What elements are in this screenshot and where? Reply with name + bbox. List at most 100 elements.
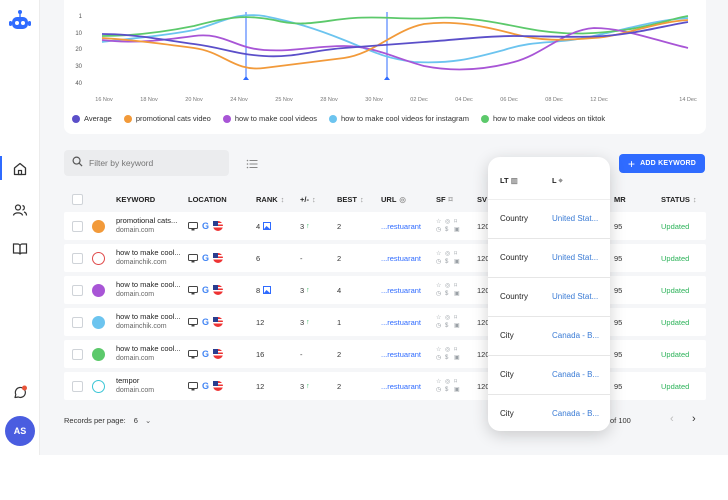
status-text: Updated [661,285,690,295]
col-url[interactable]: URL ◎ [381,195,406,204]
records-per-page-select[interactable]: 6 ⌄ [134,416,151,425]
url-link[interactable]: ...restuarant [381,308,421,336]
records-per-page-value: 6 [133,416,138,425]
url-link[interactable]: ...restuarant [381,212,421,240]
desktop-icon [188,285,198,294]
home-icon[interactable] [12,161,28,177]
image-icon [263,286,272,294]
x-tick-label: 06 Dec [500,97,518,103]
col-change-label: +/- [300,195,309,204]
popup-location-row[interactable]: City Canada - B... [488,356,610,395]
users-icon[interactable] [12,202,28,218]
arrow-up-icon: ↑ [306,382,310,390]
x-tick-label: 02 Dec [410,97,428,103]
next-page-icon[interactable]: › [692,413,696,425]
google-icon: G [202,221,210,231]
keyword-color-dot [92,340,105,368]
col-mr[interactable]: MR [614,195,626,204]
row-checkbox[interactable] [72,308,83,336]
url-link[interactable]: ...restuarant [381,372,421,400]
status-badge: Updated [661,276,689,304]
popup-col-l[interactable]: L ⌖ [552,176,563,186]
mr-cell: 95 [614,372,622,400]
popup-location-row[interactable]: Country United Stat... [488,200,610,239]
arrow-up-icon: ↑ [306,318,310,326]
chart-legend: Average promotional cats video how to make… [72,114,605,123]
change-cell: - [300,340,303,368]
col-change[interactable]: +/- ↕ [300,195,316,204]
location-value: Canada - B... [552,331,600,340]
keyword-cell[interactable]: how to make cool... domain.com [116,340,181,368]
col-keyword[interactable]: KEYWORD [116,195,155,204]
globe-icon: ◎ [399,195,406,204]
change-value: 3 [300,381,305,391]
add-keyword-button[interactable]: + ADD KEYWORD [619,154,705,173]
popup-col-lt[interactable]: LT ▥ [500,176,518,185]
legend-swatch [72,114,80,123]
sidebar-active-indicator [0,156,2,180]
location-cell: G [188,308,224,336]
keyword-cell[interactable]: tempor domain.com [116,372,154,400]
col-best[interactable]: BEST ↕ [337,195,364,204]
url-link[interactable]: ...restuarant [381,244,421,272]
search-input[interactable] [89,158,209,168]
status-badge: Updated [661,308,689,336]
keyword-text: how to make cool... [116,280,181,289]
row-checkbox[interactable] [72,276,83,304]
prev-page-icon[interactable]: ‹ [670,413,674,425]
row-checkbox[interactable] [72,340,83,368]
y-tick-label: 20 [75,47,82,53]
robot-logo-icon[interactable] [9,9,31,35]
select-all-checkbox[interactable] [72,194,83,205]
status-text: Updated [661,221,690,231]
avatar[interactable]: AS [5,416,35,446]
popup-location-row[interactable]: City Canada - B... [488,395,610,431]
keyword-cell[interactable]: how to make cool... domainchik.com [116,308,181,336]
filter-list-icon[interactable] [246,157,258,169]
us-flag-icon [213,381,224,391]
keyword-cell[interactable]: promotional cats... domain.com [116,212,177,240]
col-rank[interactable]: RANK ↕ [256,195,284,204]
legend-item[interactable]: how to make cool videos [222,114,317,123]
chat-notification-icon[interactable] [12,385,28,401]
records-per-page-label: Records per page: [64,416,126,425]
keyword-domain: domain.com [116,227,155,234]
x-tick-label: 20 Nov [185,97,203,103]
y-tick-label: 30 [75,64,82,70]
keyword-color-dot [92,276,105,304]
rank-value: 8 [256,285,261,295]
col-location[interactable]: LOCATION [188,195,227,204]
keyword-cell[interactable]: how to make cool... domain.com [116,276,181,304]
url-link[interactable]: ...restuarant [381,276,421,304]
row-checkbox[interactable] [72,212,83,240]
keyword-text: how to make cool... [116,312,181,321]
legend-label: how to make cool videos on tiktok [492,114,606,123]
col-sv[interactable]: SV [477,195,487,204]
popup-location-row[interactable]: City Canada - B... [488,317,610,356]
popup-location-row[interactable]: Country United Stat... [488,278,610,317]
url-link[interactable]: ...restuarant [381,340,421,368]
legend-item[interactable]: promotional cats video [123,114,211,123]
location-type: Country [500,253,529,262]
sf-cell: ☆ ◎ ⌑ ◷ $ ▣ [436,244,461,272]
row-checkbox[interactable] [72,372,83,400]
legend-swatch [480,114,489,123]
change-cell: 3 ↑ [300,276,310,304]
popup-col-l-label: L [552,176,557,185]
legend-item[interactable]: how to make cool videos for instagram [329,114,469,123]
change-cell: - [300,244,303,272]
chart-marker-triangle [243,76,249,80]
keyword-cell[interactable]: how to make cool... domainchik.com [116,244,181,272]
search-box[interactable] [64,150,229,176]
legend-item[interactable]: Average [72,114,112,123]
col-sf[interactable]: SF ⌑ [436,195,452,204]
best-cell: 1 [337,308,341,336]
legend-item[interactable]: how to make cool videos on tiktok [480,114,606,123]
best-cell: 2 [337,244,341,272]
row-checkbox[interactable] [72,244,83,272]
change-cell: 3 ↑ [300,308,310,336]
popup-location-row[interactable]: Country United Stat... [488,239,610,278]
x-tick-label: 08 Dec [545,97,563,103]
book-icon[interactable] [12,241,28,257]
col-status[interactable]: STATUS ↕ [661,195,697,204]
